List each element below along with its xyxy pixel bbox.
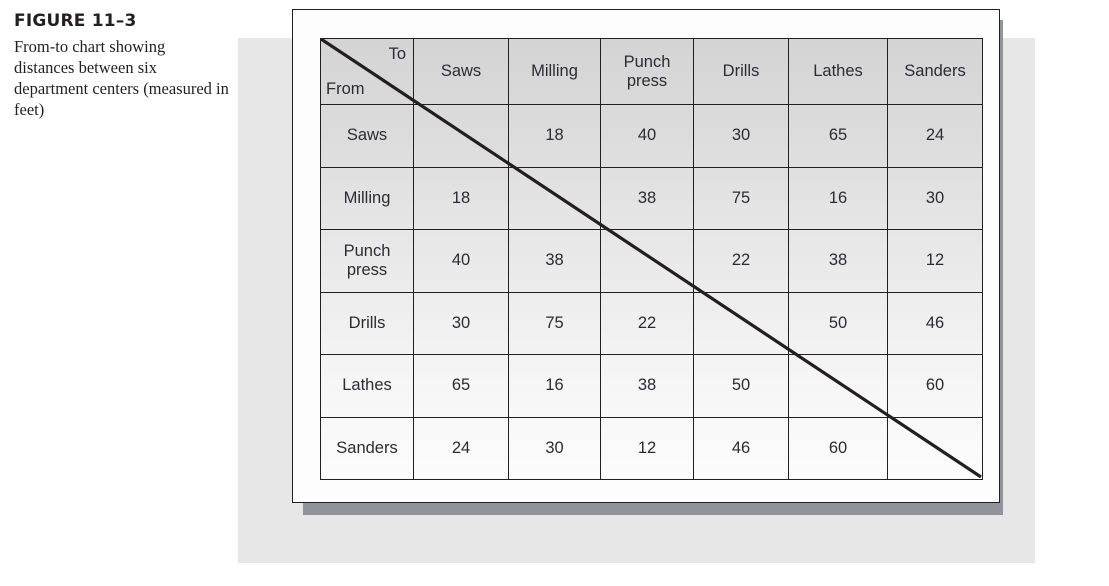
cell-saws-to-lathes: 65	[788, 104, 888, 168]
table-row: Drills 30 75 22 50 46	[320, 291, 983, 355]
cell-blank-milling	[508, 166, 601, 230]
row-header-milling: Milling	[320, 166, 414, 230]
table-header-row: To From Saws Milling Punch press Drills L…	[320, 38, 983, 105]
table-row: Saws 18 40 30 65 24	[320, 104, 983, 168]
cell-sanders-to-punch-press: 12	[600, 416, 694, 480]
row-header-punch-press-line-1: Punch	[343, 242, 391, 261]
table-row: Punch press 40 38 22 38 12	[320, 229, 983, 293]
cell-milling-to-lathes: 16	[788, 166, 888, 230]
cell-saws-to-sanders: 24	[887, 104, 983, 168]
column-header-lathes: Lathes	[788, 38, 888, 105]
from-to-table-container: To From Saws Milling Punch press Drills L…	[320, 38, 983, 480]
figure-caption-block: FIGURE 11–3 From-to chart showing distan…	[14, 11, 229, 120]
table-body: Saws 18 40 30 65 24 Milling 18 38 75 16 30 Punch pres…	[320, 104, 983, 480]
row-header-drills: Drills	[320, 291, 414, 355]
table-row: Lathes 65 16 38 50 60	[320, 354, 983, 418]
cell-lathes-to-saws: 65	[413, 354, 509, 418]
cell-blank-punch-press	[600, 229, 694, 293]
cell-drills-to-saws: 30	[413, 291, 509, 355]
row-header-punch-press: Punch press	[320, 229, 414, 293]
cell-milling-to-saws: 18	[413, 166, 509, 230]
figure-number-label: FIGURE 11–3	[14, 11, 137, 31]
column-header-milling: Milling	[508, 38, 601, 105]
column-header-saws: Saws	[413, 38, 509, 105]
cell-milling-to-sanders: 30	[887, 166, 983, 230]
table-row: Milling 18 38 75 16 30	[320, 166, 983, 230]
cell-drills-to-lathes: 50	[788, 291, 888, 355]
row-header-punch-press-line-2: press	[346, 260, 388, 279]
table-row: Sanders 24 30 12 46 60	[320, 416, 983, 480]
cell-blank-lathes	[788, 354, 888, 418]
corner-header-cell: To From	[320, 38, 414, 105]
cell-milling-to-punch-press: 38	[600, 166, 694, 230]
row-header-sanders: Sanders	[320, 416, 414, 480]
column-header-punch-press: Punch press	[600, 38, 694, 105]
cell-drills-to-punch-press: 22	[600, 291, 694, 355]
column-header-sanders: Sanders	[887, 38, 983, 105]
cell-drills-to-sanders: 46	[887, 291, 983, 355]
cell-lathes-to-sanders: 60	[887, 354, 983, 418]
from-to-table: To From Saws Milling Punch press Drills L…	[320, 38, 983, 480]
cell-saws-to-drills: 30	[693, 104, 789, 168]
cell-lathes-to-drills: 50	[693, 354, 789, 418]
cell-lathes-to-milling: 16	[508, 354, 601, 418]
to-axis-label: To	[388, 45, 406, 63]
row-header-saws: Saws	[320, 104, 414, 168]
cell-punch-press-to-saws: 40	[413, 229, 509, 293]
column-header-drills: Drills	[693, 38, 789, 105]
column-header-punch-press-line-1: Punch	[623, 53, 671, 72]
cell-saws-to-punch-press: 40	[600, 104, 694, 168]
cell-blank-drills	[693, 291, 789, 355]
cell-sanders-to-drills: 46	[693, 416, 789, 480]
cell-punch-press-to-milling: 38	[508, 229, 601, 293]
cell-saws-to-milling: 18	[508, 104, 601, 168]
cell-punch-press-to-sanders: 12	[887, 229, 983, 293]
cell-milling-to-drills: 75	[693, 166, 789, 230]
corner-header-inner: To From	[321, 39, 413, 104]
cell-punch-press-to-drills: 22	[693, 229, 789, 293]
row-header-lathes: Lathes	[320, 354, 414, 418]
cell-blank-sanders	[887, 416, 983, 480]
cell-drills-to-milling: 75	[508, 291, 601, 355]
cell-sanders-to-lathes: 60	[788, 416, 888, 480]
cell-punch-press-to-lathes: 38	[788, 229, 888, 293]
cell-sanders-to-milling: 30	[508, 416, 601, 480]
column-header-punch-press-line-2: press	[626, 71, 668, 90]
cell-blank-saws	[413, 104, 509, 168]
figure-description: From-to chart showing distances between …	[14, 36, 229, 119]
from-axis-label: From	[326, 80, 365, 98]
cell-sanders-to-saws: 24	[413, 416, 509, 480]
cell-lathes-to-punch-press: 38	[600, 354, 694, 418]
